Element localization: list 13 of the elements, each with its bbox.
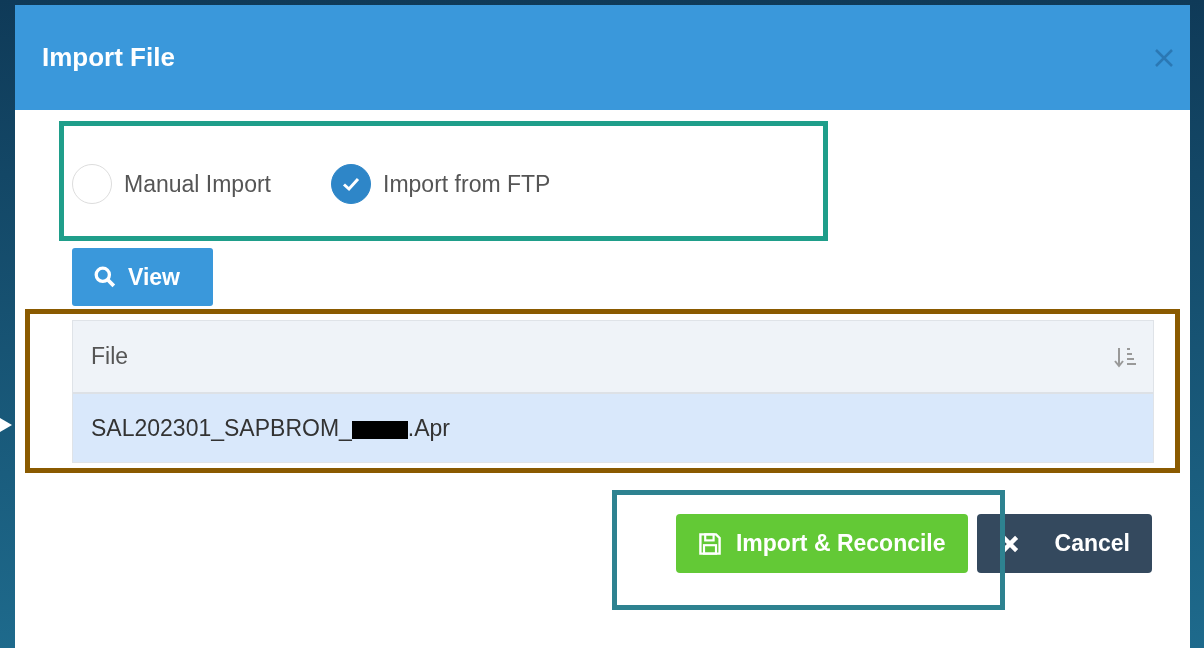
triangle-icon xyxy=(0,418,12,432)
cancel-button[interactable]: Cancel xyxy=(976,514,1152,573)
radio-button[interactable] xyxy=(331,164,371,204)
radio-label[interactable]: Manual Import xyxy=(124,170,271,198)
table-row[interactable]: SAL202301_SAPBROM_ .Apr xyxy=(73,394,1153,462)
close-icon[interactable] xyxy=(1154,47,1174,68)
file-name: SAL202301_SAPBROM_ xyxy=(91,414,352,442)
column-header[interactable]: File xyxy=(91,343,129,370)
radio-label[interactable]: Import from FTP xyxy=(383,170,551,198)
file-extension: .Apr xyxy=(407,414,450,442)
search-icon xyxy=(94,266,116,288)
redaction-bar xyxy=(351,421,408,439)
dialog-title: Import File xyxy=(42,42,175,73)
